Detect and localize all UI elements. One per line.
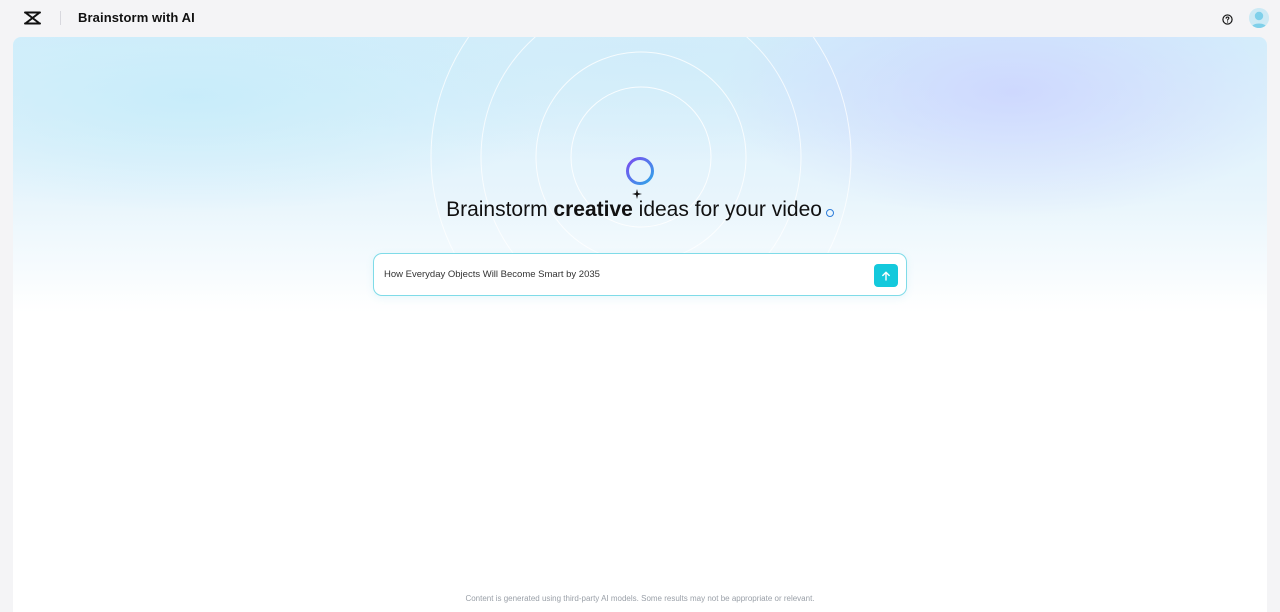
loading-ring-icon bbox=[626, 157, 654, 185]
disclaimer-text: Content is generated using third-party A… bbox=[465, 594, 815, 603]
main-canvas: Brainstorm creative ideas for your video… bbox=[13, 37, 1267, 612]
user-avatar-icon[interactable] bbox=[1249, 8, 1269, 28]
capcut-logo-icon[interactable] bbox=[23, 10, 41, 26]
header-divider bbox=[60, 11, 61, 25]
send-button[interactable] bbox=[874, 264, 898, 287]
headline-bold-text: creative bbox=[553, 198, 633, 221]
top-bar: Brainstorm with AI bbox=[0, 0, 1280, 36]
sparkle-icon bbox=[631, 189, 642, 199]
page-headline: Brainstorm creative ideas for your video bbox=[13, 189, 1267, 222]
headline-bold-word: creative bbox=[553, 189, 642, 221]
small-ring-icon bbox=[825, 209, 834, 217]
prompt-box bbox=[373, 253, 907, 296]
headline-part-2: ideas for your video bbox=[632, 198, 822, 221]
app-title: Brainstorm with AI bbox=[78, 10, 195, 25]
background-gradient bbox=[13, 37, 1267, 612]
help-circle-icon[interactable] bbox=[1220, 12, 1234, 26]
arrow-up-icon bbox=[882, 271, 890, 281]
prompt-input[interactable] bbox=[384, 264, 854, 284]
headline-part-1: Brainstorm bbox=[446, 198, 554, 221]
